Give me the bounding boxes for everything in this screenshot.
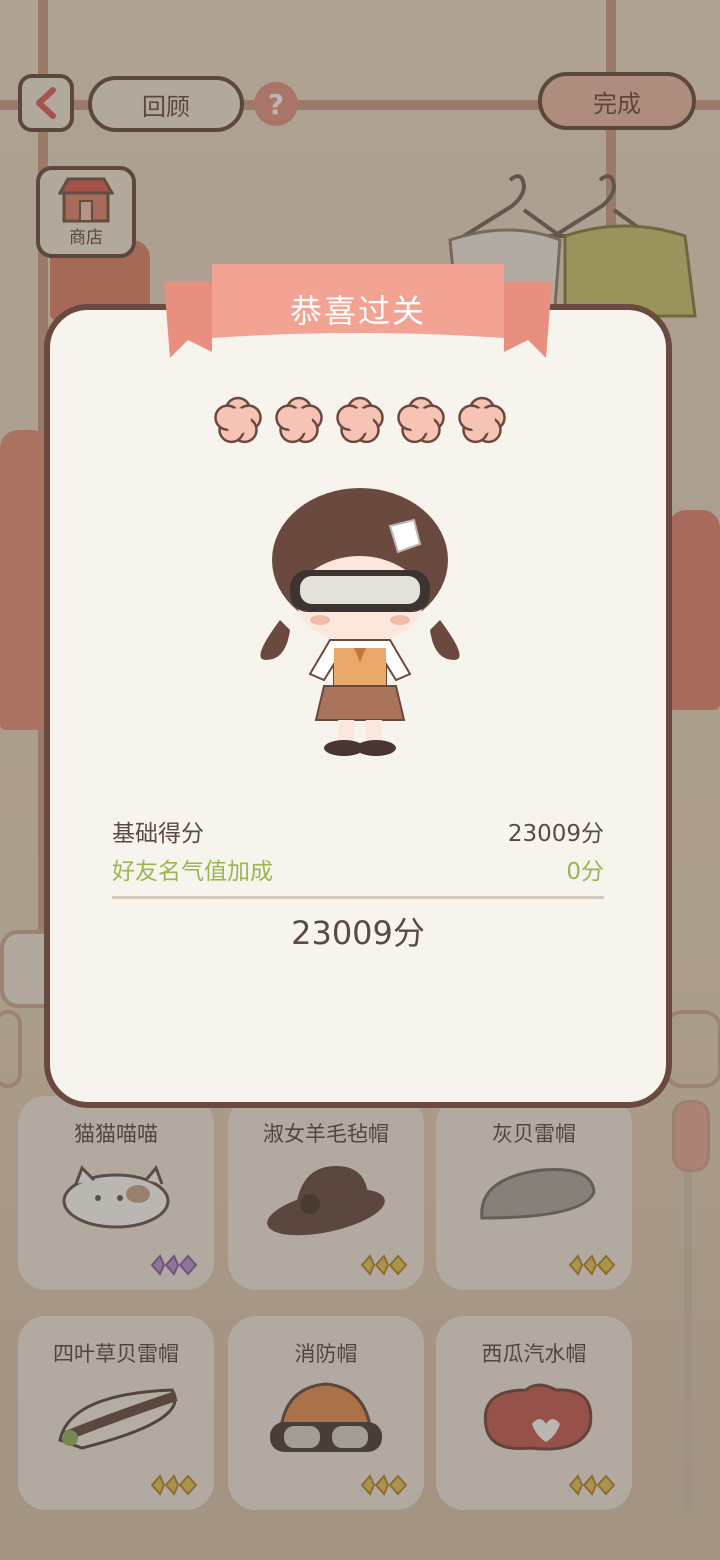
- base-score-row: 基础得分 23009分: [112, 814, 604, 848]
- dialog-title: 恭喜过关: [289, 292, 426, 330]
- score-divider: [112, 896, 604, 899]
- dressed-avatar: [260, 488, 460, 756]
- star-rating: [212, 394, 508, 446]
- bonus-score-row: 好友名气值加成 0分: [112, 852, 604, 886]
- star-icon: [397, 396, 445, 444]
- star-icon: [214, 396, 262, 444]
- base-score-value: 23009分: [507, 821, 604, 847]
- star-icon: [336, 396, 384, 444]
- total-score: 23009分: [291, 914, 425, 952]
- base-score-label: 基础得分: [112, 821, 204, 847]
- star-icon: [275, 396, 323, 444]
- bonus-score-label: 好友名气值加成: [112, 859, 273, 885]
- star-icon: [458, 396, 506, 444]
- bonus-score-value: 0分: [566, 859, 604, 885]
